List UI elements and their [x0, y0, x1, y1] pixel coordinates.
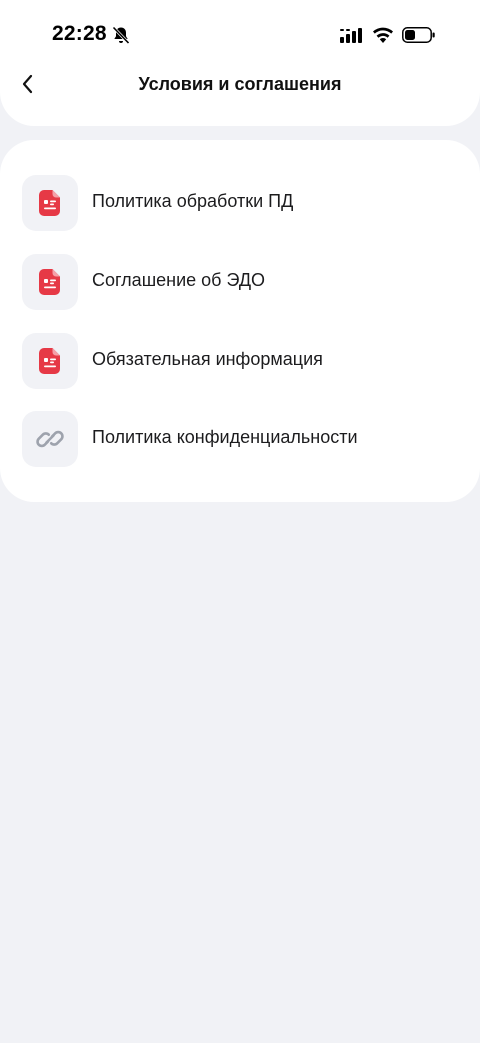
item-icon-box [22, 175, 78, 231]
item-label: Политика обработки ПД [92, 191, 294, 211]
list-item-pd-policy[interactable]: Политика обработки ПД [0, 171, 480, 235]
status-bar: 22:28 [0, 0, 480, 70]
item-label: Политика конфиденциальности [92, 427, 358, 447]
battery-icon [402, 27, 435, 43]
status-time: 22:28 [52, 22, 107, 45]
item-icon-box [22, 254, 78, 310]
page-title: Условия и соглашения [138, 74, 342, 94]
list-item-edo-agreement[interactable]: Соглашение об ЭДО [0, 250, 480, 314]
item-icon-box [22, 411, 78, 467]
bell-slash-icon [112, 26, 130, 45]
document-icon [39, 348, 60, 374]
document-icon [39, 269, 60, 295]
item-icon-box [22, 333, 78, 389]
cellular-signal-icon [340, 28, 362, 43]
link-icon [36, 430, 64, 448]
item-label: Соглашение об ЭДО [92, 270, 266, 290]
list-item-privacy-policy[interactable]: Политика конфиденциальности [0, 407, 480, 471]
item-label: Обязательная информация [92, 349, 323, 369]
list-item-mandatory-info[interactable]: Обязательная информация [0, 329, 480, 393]
documents-list: Политика обработки ПД Соглашение об ЭДО [0, 140, 480, 502]
header: 22:28 Условия и соглашения [0, 0, 480, 126]
document-icon [39, 190, 60, 216]
wifi-icon [373, 27, 393, 43]
